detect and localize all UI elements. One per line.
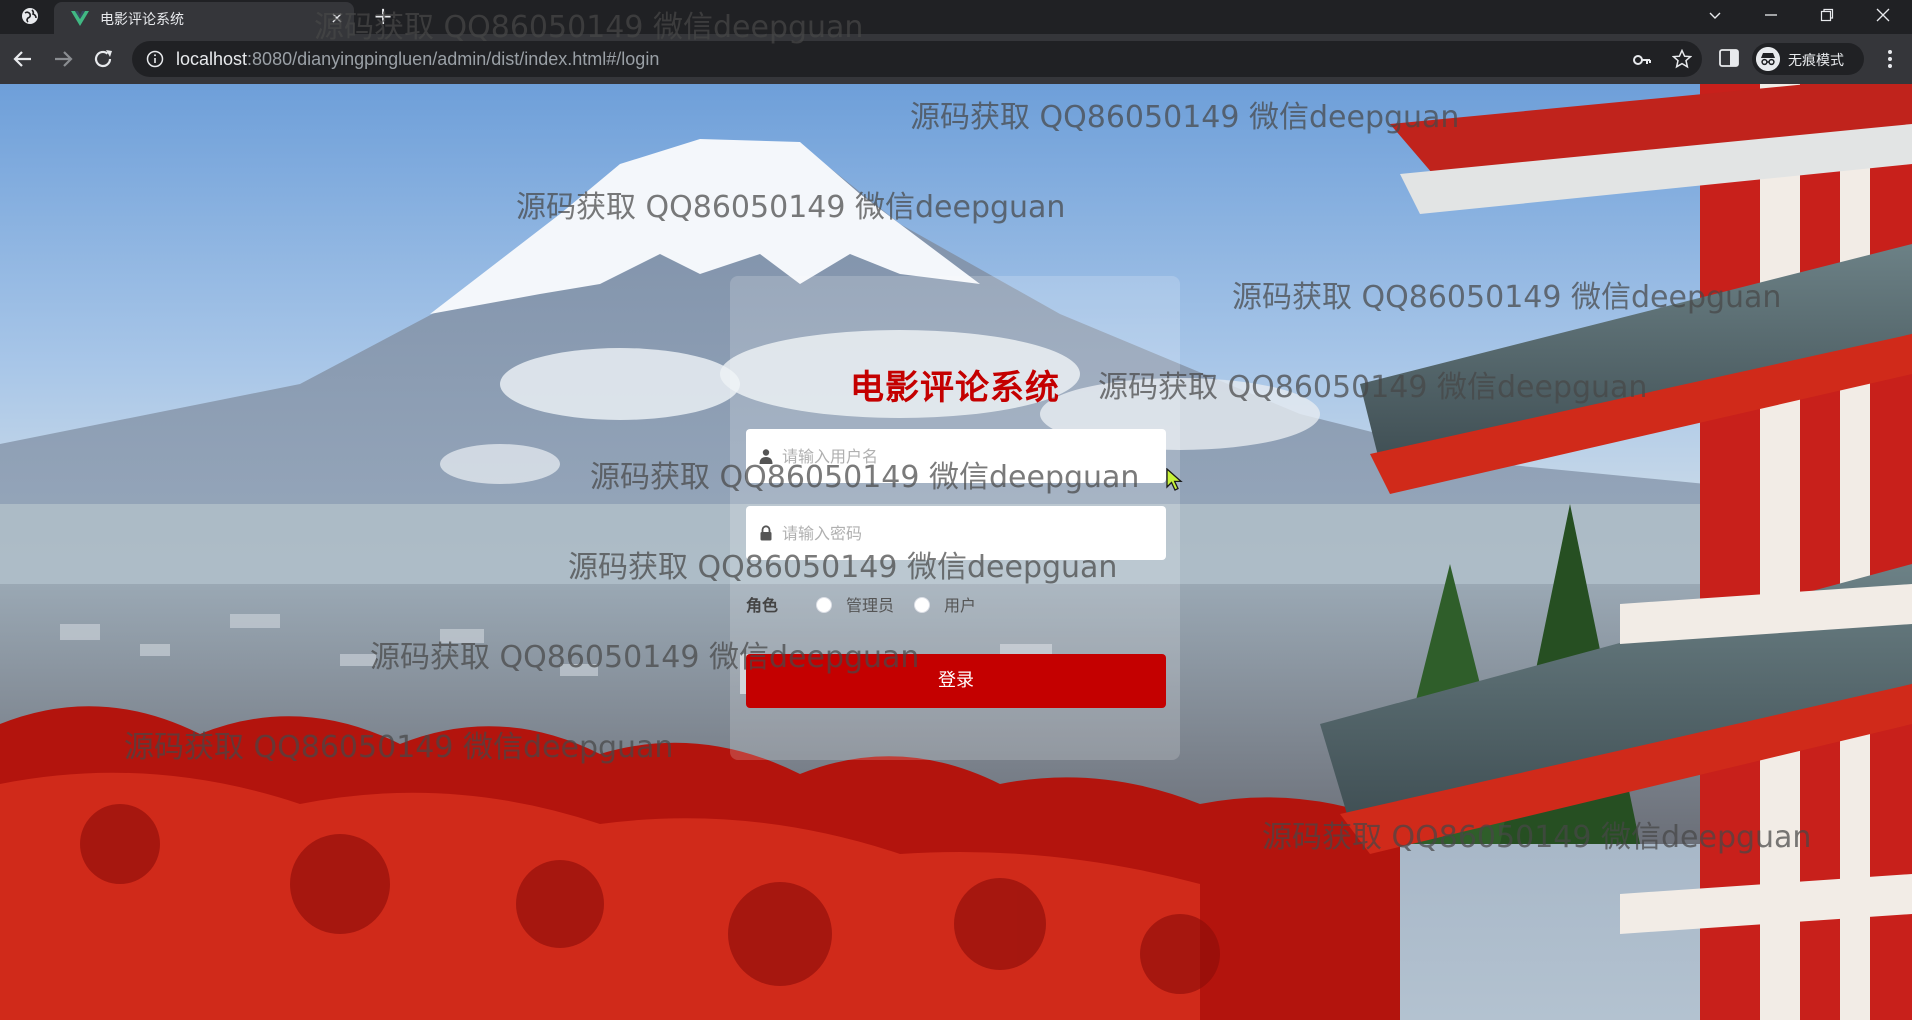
user-icon bbox=[759, 449, 773, 464]
username-field[interactable] bbox=[746, 429, 1166, 483]
role-option-user-label[interactable]: 用户 bbox=[944, 594, 976, 618]
reload-icon[interactable] bbox=[90, 46, 116, 72]
globe-icon[interactable] bbox=[20, 6, 40, 26]
role-radio-admin[interactable] bbox=[816, 597, 832, 613]
new-tab-icon[interactable]: + bbox=[370, 4, 396, 30]
url-host: localhost bbox=[176, 49, 248, 69]
restore-button[interactable] bbox=[1800, 0, 1856, 30]
password-input[interactable] bbox=[782, 506, 1152, 560]
kebab-menu-icon[interactable] bbox=[1880, 46, 1900, 72]
address-bar[interactable]: localhost:8080/dianyingpinglu​en/admin/d… bbox=[132, 41, 1702, 77]
back-arrow-icon[interactable] bbox=[10, 46, 36, 72]
role-radio-user[interactable] bbox=[914, 597, 930, 613]
minimize-button[interactable] bbox=[1744, 0, 1800, 30]
role-selector: 角色 管理员 用户 bbox=[746, 594, 1166, 618]
vue-logo-icon bbox=[71, 11, 89, 26]
key-icon[interactable] bbox=[1632, 50, 1652, 70]
login-button[interactable]: 登录 bbox=[746, 654, 1166, 708]
url-text[interactable]: localhost:8080/dianyingpinglu​en/admin/d… bbox=[176, 49, 659, 70]
role-option-admin-label[interactable]: 管理员 bbox=[846, 594, 894, 618]
browser-tab-bar: 电影评论系统 × + bbox=[0, 0, 1912, 34]
browser-tab[interactable]: 电影评论系统 × bbox=[54, 2, 354, 34]
username-input[interactable] bbox=[782, 429, 1152, 483]
incognito-label: 无痕模式 bbox=[1788, 53, 1844, 69]
tab-search-button[interactable] bbox=[1688, 0, 1744, 30]
minimize-icon bbox=[1765, 14, 1777, 16]
incognito-icon bbox=[1756, 47, 1780, 71]
restore-icon bbox=[1820, 8, 1834, 22]
bookmark-star-icon[interactable] bbox=[1672, 49, 1692, 69]
login-title: 电影评论系统 bbox=[850, 368, 1060, 408]
password-field[interactable] bbox=[746, 506, 1166, 560]
page-viewport: 电影评论系统 角色 管理员 用户 登录 bbox=[0, 84, 1912, 1020]
forward-arrow-icon[interactable] bbox=[50, 46, 76, 72]
side-panel-icon[interactable] bbox=[1718, 47, 1740, 69]
chevron-down-icon bbox=[1709, 12, 1721, 19]
incognito-profile-button[interactable]: 无痕模式 bbox=[1752, 43, 1864, 75]
tab-title: 电影评论系统 bbox=[100, 12, 184, 28]
mouse-cursor-icon bbox=[1166, 468, 1183, 491]
close-window-button[interactable] bbox=[1856, 0, 1912, 30]
info-icon[interactable] bbox=[146, 50, 164, 68]
lock-icon bbox=[760, 525, 772, 541]
tab-close-icon[interactable]: × bbox=[326, 7, 348, 29]
role-label: 角色 bbox=[746, 596, 779, 615]
url-path: :8080/dianyingpinglu​en/admin/dist/index… bbox=[247, 49, 660, 69]
close-icon bbox=[1876, 8, 1890, 22]
browser-toolbar: localhost:8080/dianyingpinglu​en/admin/d… bbox=[0, 34, 1912, 84]
